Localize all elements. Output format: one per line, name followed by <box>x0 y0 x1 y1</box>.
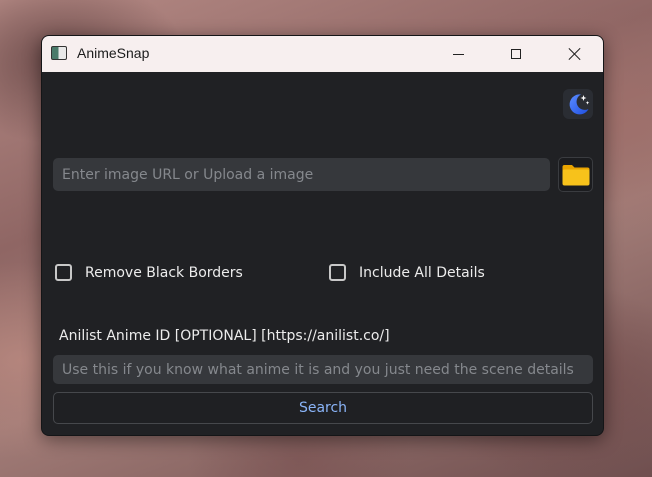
theme-toggle-button[interactable] <box>563 89 593 119</box>
moon-stars-icon <box>569 94 590 115</box>
title-bar[interactable]: AnimeSnap <box>42 36 603 72</box>
anilist-id-label: Anilist Anime ID [OPTIONAL] [https://ani… <box>59 328 390 344</box>
remove-black-borders-label: Remove Black Borders <box>85 264 243 281</box>
remove-black-borders-option[interactable]: Remove Black Borders <box>55 264 243 281</box>
window-title: AnimeSnap <box>77 45 150 61</box>
maximize-button[interactable] <box>493 36 539 72</box>
minimize-button[interactable] <box>435 36 481 72</box>
include-all-details-label: Include All Details <box>359 264 485 281</box>
search-button[interactable]: Search <box>53 392 593 424</box>
include-all-details-checkbox[interactable] <box>329 264 346 281</box>
image-url-input[interactable] <box>53 158 550 191</box>
folder-icon <box>562 164 589 185</box>
include-all-details-option[interactable]: Include All Details <box>329 264 485 281</box>
app-window: AnimeSnap Enter image URL or Upload a im… <box>41 35 604 436</box>
app-window-icon <box>51 46 67 60</box>
upload-image-button[interactable] <box>558 157 593 192</box>
minimize-icon <box>452 53 464 55</box>
remove-black-borders-checkbox[interactable] <box>55 264 72 281</box>
close-icon <box>567 47 581 61</box>
close-button[interactable] <box>551 36 597 72</box>
maximize-icon <box>511 49 521 59</box>
anilist-id-input[interactable] <box>53 355 593 384</box>
